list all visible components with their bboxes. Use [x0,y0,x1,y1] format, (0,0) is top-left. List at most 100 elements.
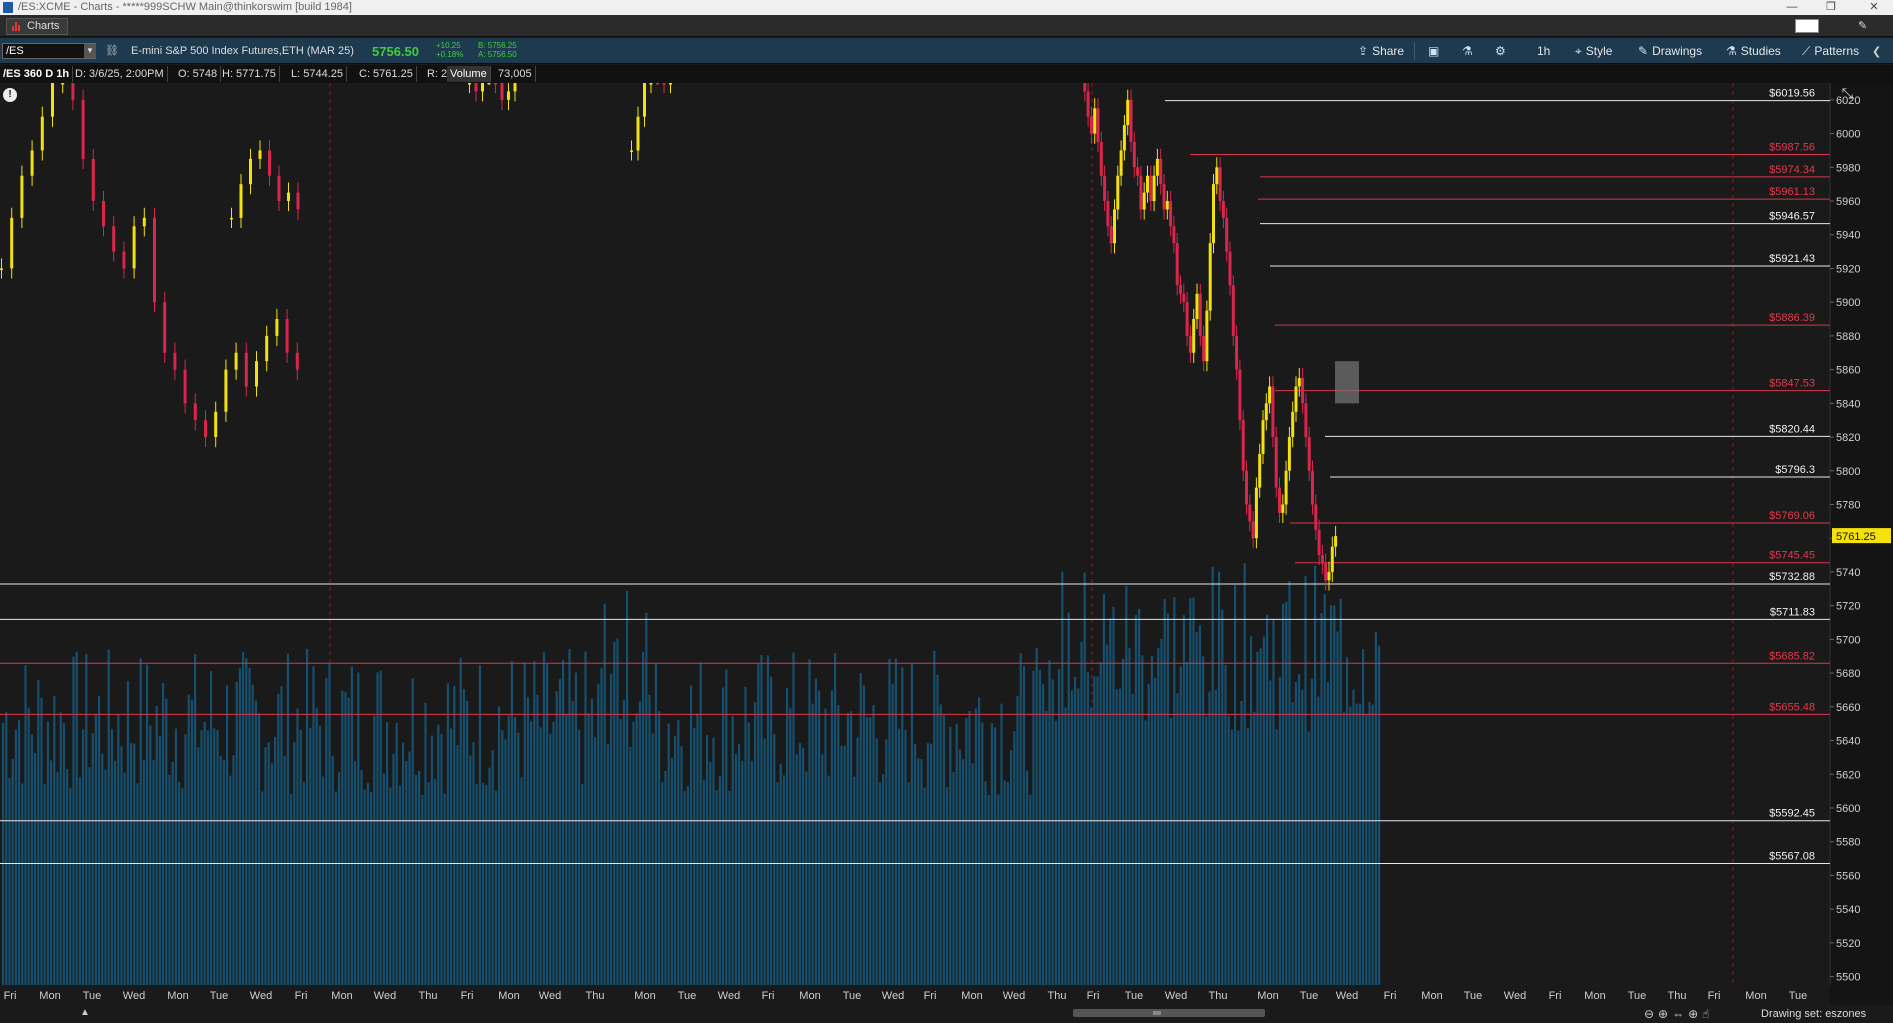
volume-bar [722,687,725,985]
chart-area[interactable]: $6019.56 $5987.56 $5974.34 $5961.13 $5946.57… [0,83,1893,1023]
volume-bar [30,734,33,985]
volume-bar [341,690,344,985]
volume-bar [1141,655,1144,985]
x-tick-label: Fri [1384,990,1397,1002]
volume-bar [379,670,382,985]
volume-bar [1138,608,1141,985]
tab-charts[interactable]: Charts [6,18,69,35]
volume-bar [421,794,424,985]
share-icon: ⇪ [1358,44,1369,58]
horizontal-scrollbar[interactable] [1073,1009,1265,1017]
volume-bar [930,743,933,985]
x-tick-label: Wed [250,990,272,1002]
volume-bar [1118,688,1121,985]
share-button[interactable]: ⇪ Share [1358,42,1404,60]
link-icon[interactable]: ⛓ [105,44,119,58]
volume-bar [789,708,792,985]
candle-body [1192,319,1196,353]
volume-bar [85,653,88,985]
volume-bar [734,753,737,985]
volume-bar [488,767,491,985]
symbol-dropdown-icon[interactable]: ▼ [84,44,96,58]
y-tick-label: 5580 [1836,837,1860,849]
candle-body [487,83,491,85]
zoom-controls-icon[interactable]: ⊖⊕⇔⊕☝ [1644,1007,1713,1021]
drawings-button[interactable]: ✎ Drawings [1638,42,1702,60]
close-button[interactable]: ✕ [1860,0,1888,15]
toolbar-more-icon[interactable]: ❮ [1872,45,1881,58]
patterns-button[interactable]: ⟋ Patterns [1802,42,1859,60]
volume-bar [5,712,8,985]
volume-bar [1083,572,1086,985]
volume-bar [1013,731,1016,985]
volume-bar [453,685,456,985]
flex-grid-button[interactable]: ▣ [1428,42,1443,60]
y-tick-label: 5720 [1836,601,1860,613]
minimize-button[interactable]: — [1778,0,1806,15]
studies-button[interactable]: ⚗ Studies [1726,42,1781,60]
volume-bar [1115,689,1118,985]
x-tick-label: Mon [1745,990,1766,1002]
candle-body [142,217,146,227]
volume-bar [1099,662,1102,985]
volume-bar [405,761,408,985]
volume-bar [1160,639,1163,985]
volume-bar [475,783,478,985]
volume-bar [910,663,913,985]
volume-bar [818,690,821,985]
candle-body [649,83,653,85]
volume-bar [82,729,85,985]
settings-button[interactable]: ⚙ [1495,42,1510,60]
volume-bar [389,787,392,985]
volume-bar [635,713,638,985]
volume-bar [754,702,757,985]
collapse-icon[interactable]: ⤡ [1842,85,1853,102]
alert-icon[interactable]: ! [3,88,17,102]
volume-bar [776,782,779,985]
volume-bar [1093,676,1096,985]
info-date: D: 3/6/25, 2:00PM [72,66,168,82]
window-layout-icon[interactable] [1795,19,1819,33]
y-tick-label: 5560 [1836,870,1860,882]
volume-bar [232,755,235,985]
beaker-button[interactable]: ⚗ [1462,42,1477,60]
scroll-left-icon[interactable]: ▲ [80,1007,90,1018]
volume-bar [798,743,801,985]
volume-bar [1077,688,1080,985]
thinkorswim-logo-icon [3,2,13,13]
volume-bar [1365,714,1368,985]
x-tick-label: Mon [1421,990,1442,1002]
volume-bar [197,747,200,985]
price-level-label: $5745.45 [1769,550,1815,562]
volume-bar [1131,693,1134,985]
volume-bar [894,658,897,985]
price-chart[interactable]: $6019.56 $5987.56 $5974.34 $5961.13 $5946.57… [0,83,1893,1005]
volume-bar [805,771,808,985]
detach-icon[interactable]: ✎ [1858,19,1867,32]
volume-bar [949,726,952,985]
volume-bar [837,705,840,985]
candle-body [122,251,126,269]
volume-bar [1214,689,1217,985]
scrollbar-handle[interactable] [1153,1011,1161,1015]
chart-info-bar: /ES 360 D 1h D: 3/6/25, 2:00PM O: 5748 H… [0,65,1893,83]
volume-bar [645,612,648,985]
volume-bar [958,749,961,985]
style-button[interactable]: ⌖ Style [1575,42,1612,60]
volume-bar [558,678,561,985]
ask-value: A: 5756.50 [478,50,517,59]
volume-bar [782,775,785,985]
volume-bar [1259,648,1262,985]
timeframe-button[interactable]: 1h [1537,42,1550,60]
volume-bar [1253,711,1256,985]
volume-bar [1336,631,1339,985]
symbol-input[interactable] [2,43,96,59]
volume-bar [517,732,520,985]
volume-bar [59,712,62,985]
volume-bar [443,793,446,985]
volume-bar [549,733,552,985]
volume-bar [533,661,536,985]
candle-body [1129,99,1133,143]
restore-button[interactable]: ❐ [1817,0,1845,15]
candle-body [1324,563,1328,581]
